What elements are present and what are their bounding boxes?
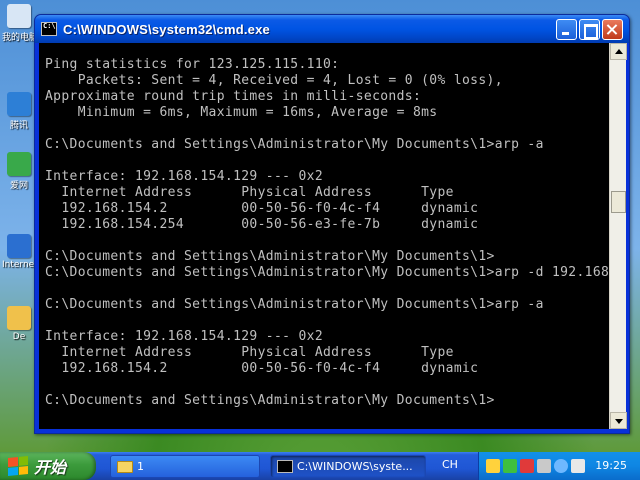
- desktop-icon-label: 我的电脑: [2, 33, 36, 43]
- cmd-icon: [41, 22, 57, 36]
- internet-explorer-icon: [7, 234, 31, 258]
- console-line: 192.168.154.254 00-50-56-e3-fe-7b dynami…: [45, 217, 479, 232]
- start-button[interactable]: 开始: [0, 452, 96, 480]
- window-controls: [556, 19, 623, 40]
- system-tray: 19:25: [478, 452, 640, 480]
- folder-icon: [7, 306, 31, 330]
- cmd-window[interactable]: C:\WINDOWS\system32\cmd.exe Ping statist…: [34, 14, 630, 434]
- app-icon: [7, 92, 31, 116]
- desktop-icon-label: 腾讯: [9, 121, 28, 131]
- shield-icon[interactable]: [486, 459, 500, 473]
- folder-icon: [117, 460, 133, 473]
- window-titlebar[interactable]: C:\WINDOWS\system32\cmd.exe: [35, 15, 629, 43]
- console-line: Approximate round trip times in milli-se…: [45, 89, 422, 104]
- console-line: Ping statistics for 123.125.115.110:: [45, 57, 340, 72]
- desktop-icon-internet-explorer[interactable]: Internet Explorer: [2, 234, 36, 282]
- vmware-icon[interactable]: [537, 459, 551, 473]
- desktop-icon-label: De: [12, 332, 26, 342]
- desktop-icon-my-computer[interactable]: 我的电脑: [2, 4, 36, 52]
- console-line: C:\Documents and Settings\Administrator\…: [45, 265, 609, 280]
- close-button[interactable]: [602, 19, 623, 40]
- desktop-icon-tencent[interactable]: 腾讯: [2, 92, 36, 140]
- console-line: Internet Address Physical Address Type: [45, 345, 454, 360]
- console-line: Interface: 192.168.154.129 --- 0x2: [45, 329, 324, 344]
- taskbar-item-cmd[interactable]: C:\WINDOWS\syste...: [270, 455, 426, 478]
- console-line: C:\Documents and Settings\Administrator\…: [45, 137, 544, 152]
- taskbar-item-label: C:\WINDOWS\syste...: [297, 460, 413, 473]
- console-line: Internet Address Physical Address Type: [45, 185, 454, 200]
- console-output[interactable]: Ping statistics for 123.125.115.110: Pac…: [39, 43, 609, 429]
- cmd-icon: [277, 460, 293, 473]
- desktop-icon-folder[interactable]: De: [2, 306, 36, 354]
- console-line: 192.168.154.2 00-50-56-f0-4c-f4 dynamic: [45, 201, 479, 216]
- taskbar-item-folder[interactable]: 1: [110, 455, 260, 478]
- console-line: Packets: Sent = 4, Received = 4, Lost = …: [45, 73, 503, 88]
- taskbar: 开始 1 C:\WINDOWS\syste... CH 19:25: [0, 452, 640, 480]
- console-line: C:\Documents and Settings\Administrator\…: [45, 249, 495, 264]
- computer-icon: [7, 4, 31, 28]
- clock[interactable]: 19:25: [595, 459, 627, 472]
- speaker-icon[interactable]: [571, 459, 585, 473]
- console-line: C:\Documents and Settings\Administrator\…: [45, 393, 495, 408]
- scroll-down-button[interactable]: [610, 412, 627, 429]
- start-label: 开始: [34, 458, 67, 477]
- app-icon: [7, 152, 31, 176]
- desktop-icon-iqiyi[interactable]: 爱网: [2, 152, 36, 200]
- language-indicator[interactable]: CH: [442, 458, 458, 471]
- close-icon: [603, 20, 622, 39]
- globe-icon[interactable]: [554, 459, 568, 473]
- maximize-icon: [580, 20, 599, 39]
- network-icon[interactable]: [503, 459, 517, 473]
- antivirus-icon[interactable]: [520, 459, 534, 473]
- taskbar-item-label: 1: [137, 460, 144, 473]
- minimize-icon: [557, 20, 576, 39]
- console-line: C:\Documents and Settings\Administrator\…: [45, 297, 544, 312]
- console-line: 192.168.154.2 00-50-56-f0-4c-f4 dynamic: [45, 361, 479, 376]
- desktop-icon-label: Internet Explorer: [2, 260, 36, 270]
- console-line: Minimum = 6ms, Maximum = 16ms, Average =…: [45, 105, 438, 120]
- minimize-button[interactable]: [556, 19, 577, 40]
- window-title: C:\WINDOWS\system32\cmd.exe: [63, 21, 270, 37]
- scrollbar-thumb[interactable]: [611, 191, 626, 213]
- desktop-icon-label: 爱网: [9, 181, 28, 191]
- scroll-up-button[interactable]: [610, 43, 627, 60]
- vertical-scrollbar[interactable]: [609, 43, 627, 429]
- maximize-button[interactable]: [579, 19, 600, 40]
- console-line: Interface: 192.168.154.129 --- 0x2: [45, 169, 324, 184]
- windows-logo-icon: [8, 455, 28, 477]
